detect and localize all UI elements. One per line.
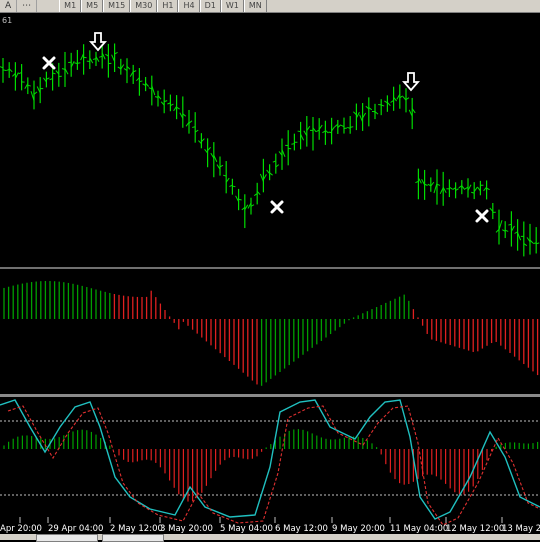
symbol-label: 61 — [2, 16, 12, 25]
price-bar-close-tick — [350, 127, 353, 128]
x-axis-label: 2 May 12:00 — [110, 524, 163, 534]
down-arrow-icon — [91, 33, 105, 50]
x-axis-label: 12 May 12:00 — [446, 524, 504, 534]
price-bar-close-tick — [139, 81, 142, 82]
timeframe-m5[interactable]: M5 — [81, 0, 103, 12]
x-axis-label: 5 May 04:00 — [220, 524, 273, 534]
price-bar-close-tick — [3, 70, 6, 71]
timeframe-h4[interactable]: H4 — [178, 0, 199, 12]
stochastic-signal-line — [8, 406, 540, 525]
x-axis-label: Apr 20:00 — [0, 524, 42, 534]
chart-toolbar: A ⋯ M1 M5 M15 M30 H1 H4 D1 W1 MN — [0, 0, 540, 13]
x-axis-label: 13 May 20:00 — [502, 524, 540, 534]
price-bar-close-tick — [344, 128, 347, 129]
arrows-tool-button[interactable]: ⋯ — [17, 0, 37, 12]
chart-tab[interactable] — [102, 534, 164, 542]
price-bar-open-tick — [298, 131, 301, 132]
x-axis-label: 9 May 20:00 — [332, 524, 385, 534]
price-bar-open-tick — [533, 243, 536, 244]
x-axis-label: 11 May 04:00 — [390, 524, 448, 534]
histogram-chart — [0, 269, 540, 394]
timeframe-m15[interactable]: M15 — [103, 0, 130, 12]
cross-marker-icon — [477, 211, 487, 221]
timeframe-d1[interactable]: D1 — [200, 0, 221, 12]
price-bar-open-tick — [192, 127, 195, 128]
price-bar-close-tick — [232, 186, 235, 187]
price-bar-open-tick — [291, 144, 294, 145]
price-bars-chart: 61 — [0, 13, 540, 267]
x-axis-label: 29 Apr 04:00 — [48, 524, 103, 534]
text-tool-button[interactable]: A — [0, 0, 17, 12]
timeframe-m1[interactable]: M1 — [59, 0, 81, 12]
timeframe-m30[interactable]: M30 — [130, 0, 157, 12]
price-pane[interactable]: 61 — [0, 13, 540, 267]
timeframe-mn[interactable]: MN — [244, 0, 267, 12]
cross-marker-icon — [44, 58, 54, 68]
down-arrow-icon — [404, 73, 418, 90]
price-bar-close-tick — [77, 63, 80, 64]
x-axis-label: 6 May 12:00 — [275, 524, 328, 534]
macd-pane[interactable] — [0, 269, 540, 394]
timeframe-h1[interactable]: H1 — [157, 0, 178, 12]
timeframe-w1[interactable]: W1 — [221, 0, 244, 12]
stochastic-chart: Apr 20:00 29 Apr 04:00 2 May 12:003 May 20… — [0, 397, 540, 534]
chart-tab[interactable] — [36, 534, 98, 542]
stochastic-pane[interactable]: Apr 20:00 29 Apr 04:00 2 May 12:003 May 20… — [0, 397, 540, 534]
x-axis-label: 3 May 20:00 — [160, 524, 213, 534]
cross-marker-icon — [272, 202, 282, 212]
